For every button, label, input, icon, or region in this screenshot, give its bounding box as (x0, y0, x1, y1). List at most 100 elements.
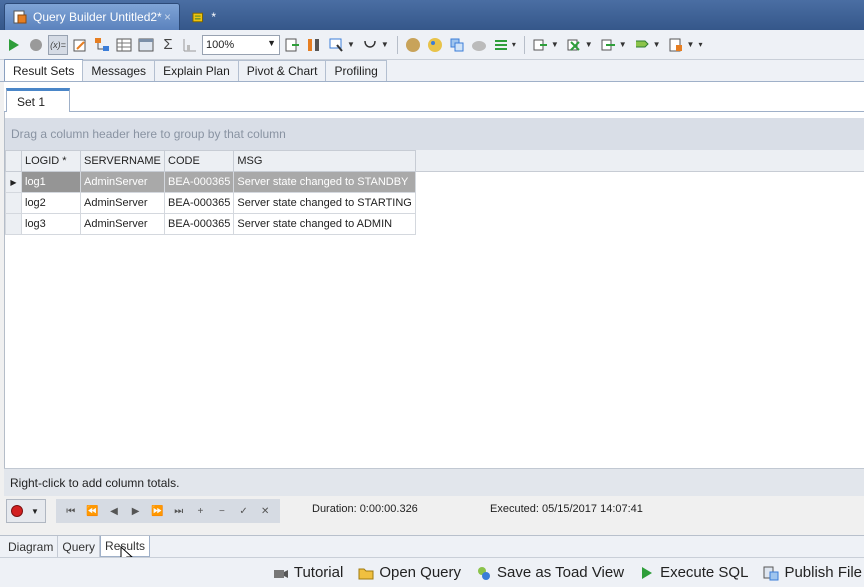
tab-explain-plan[interactable]: Explain Plan (154, 60, 239, 81)
result-grid[interactable]: LOGID * SERVERNAME CODE MSG ▶ log1 Admin… (5, 150, 416, 235)
play-icon (9, 38, 19, 51)
run-button[interactable] (4, 35, 24, 55)
first-record-icon[interactable]: ⏮ (62, 506, 80, 517)
sum-button[interactable]: Σ (158, 35, 178, 55)
filter-button[interactable] (304, 35, 324, 55)
tab-pivot-chart[interactable]: Pivot & Chart (237, 60, 327, 81)
folder-icon (357, 564, 375, 582)
execute-sql-button[interactable]: Execute SQL (638, 564, 748, 582)
report-button[interactable] (666, 35, 686, 55)
grid-button[interactable] (114, 35, 134, 55)
export-button[interactable] (282, 35, 302, 55)
table-cell[interactable]: BEA-000365 (163, 171, 235, 193)
last-record-icon[interactable]: ⏭ (170, 506, 188, 517)
publish-file-button[interactable]: Publish File (762, 564, 862, 582)
tab-label: Query Builder Untitled2* (33, 10, 162, 24)
automation-button[interactable] (632, 35, 652, 55)
column-header-code[interactable]: CODE (163, 150, 235, 172)
play-icon (638, 564, 656, 582)
edit-button[interactable] (70, 35, 90, 55)
variables-button[interactable]: (x)= (48, 34, 68, 55)
table-row[interactable]: log3 AdminServer BEA-000365 Server state… (5, 213, 416, 235)
tab-profiling[interactable]: Profiling (325, 60, 387, 81)
tab-second-document[interactable]: * (184, 3, 224, 30)
automation-icon (635, 40, 649, 47)
overflow-icon[interactable]: ▾ (698, 40, 702, 49)
save-as-toad-view-label: Save as Toad View (497, 564, 625, 581)
table-cell[interactable]: log3 (21, 213, 81, 235)
globe-icon (405, 37, 420, 52)
next-page-icon[interactable]: ⏩ (148, 506, 166, 517)
overflow-icon[interactable]: ▾ (512, 40, 516, 49)
chevron-down-icon[interactable]: ▼ (381, 40, 389, 49)
table-cell[interactable]: Server state changed to ADMIN (233, 213, 416, 235)
table-cell[interactable]: BEA-000365 (163, 192, 235, 214)
column-header-msg[interactable]: MSG (233, 150, 416, 172)
chevron-down-icon[interactable]: ▼ (347, 40, 355, 49)
tutorial-button[interactable]: Tutorial (272, 564, 343, 582)
column-header-servername[interactable]: SERVERNAME (80, 150, 165, 172)
previous-page-icon[interactable]: ⏪ (83, 506, 101, 517)
table-cell[interactable]: AdminServer (80, 171, 165, 193)
select-button[interactable] (326, 35, 346, 55)
cancel-edit-icon[interactable]: ✕ (256, 506, 274, 517)
chevron-down-icon[interactable]: ▼ (619, 40, 627, 49)
previous-record-icon[interactable]: ◀ (105, 506, 123, 517)
open-query-button[interactable]: Open Query (357, 564, 461, 582)
tab-query[interactable]: Query (58, 536, 101, 557)
table-row[interactable]: ▶ log1 AdminServer BEA-000365 Server sta… (5, 171, 416, 193)
table-cell[interactable]: Server state changed to STANDBY (233, 171, 416, 193)
zoom-value: 100% (206, 38, 235, 51)
table-cell[interactable]: AdminServer (80, 213, 165, 235)
group-by-panel[interactable]: Drag a column header here to group by th… (5, 118, 864, 150)
record-button[interactable]: ▼ (6, 499, 46, 523)
join-icon (364, 40, 376, 48)
table-row[interactable]: log2 AdminServer BEA-000365 Server state… (5, 192, 416, 214)
add-record-icon[interactable]: + (191, 506, 209, 517)
result-tab-strip: Result Sets Messages Explain Plan Pivot … (0, 59, 864, 82)
tab-set-1[interactable]: Set 1 (6, 88, 70, 113)
chevron-down-icon[interactable]: ▼ (585, 40, 593, 49)
cloud-button[interactable] (469, 35, 489, 55)
table-cell[interactable]: AdminServer (80, 192, 165, 214)
tree-button[interactable] (92, 35, 112, 55)
table-button[interactable] (136, 35, 156, 55)
tab-label: * (211, 9, 216, 24)
table-cell[interactable]: BEA-000365 (163, 213, 235, 235)
table-cell[interactable]: Server state changed to STARTING (233, 192, 416, 214)
post-edit-icon[interactable]: ✓ (235, 506, 253, 517)
send-button[interactable] (530, 35, 550, 55)
copy-button[interactable] (447, 35, 467, 55)
stop-button[interactable] (26, 35, 46, 55)
table-cell[interactable]: log1 (21, 171, 81, 193)
globe-button[interactable] (403, 35, 423, 55)
tab-result-sets[interactable]: Result Sets (4, 59, 84, 81)
next-record-icon[interactable]: ▶ (127, 506, 145, 517)
column-totals-panel[interactable]: Right-click to add column totals. (4, 468, 864, 496)
tab-messages[interactable]: Messages (82, 60, 156, 81)
tab-query-builder[interactable]: Query Builder Untitled2* × (4, 3, 180, 30)
zoom-select[interactable]: 100% ▼ (202, 34, 280, 55)
chevron-down-icon[interactable]: ▼ (653, 40, 661, 49)
join-button[interactable] (360, 35, 380, 55)
column-header-logid[interactable]: LOGID * (21, 150, 81, 172)
open-query-label: Open Query (379, 564, 462, 581)
table-cell[interactable]: log2 (21, 192, 81, 214)
import-button[interactable] (564, 35, 584, 55)
palette-button[interactable] (425, 35, 445, 55)
close-icon[interactable]: × (164, 10, 171, 24)
record-navigator: ⏮ ⏪ ◀ ▶ ⏩ ⏭ + − ✓ ✕ (56, 499, 280, 523)
compare-button[interactable] (598, 35, 618, 55)
chevron-down-icon[interactable]: ▼ (687, 40, 695, 49)
filter-icon (308, 38, 319, 51)
chevron-down-icon[interactable]: ▼ (551, 40, 559, 49)
chart-button[interactable] (180, 35, 200, 55)
schedule-button[interactable] (491, 35, 511, 55)
record-icon (11, 505, 23, 517)
main-toolbar: (x)= Σ 100% ▼ ▼ ▼ ▾ ▼ ▼ ▼ ▼ ▼ ▾ (0, 30, 864, 60)
import-icon (567, 39, 580, 51)
delete-record-icon[interactable]: − (213, 506, 231, 517)
tab-diagram[interactable]: Diagram (4, 536, 59, 557)
save-as-toad-view-button[interactable]: Save as Toad View (475, 564, 624, 582)
result-grid-panel: Drag a column header here to group by th… (4, 112, 864, 468)
